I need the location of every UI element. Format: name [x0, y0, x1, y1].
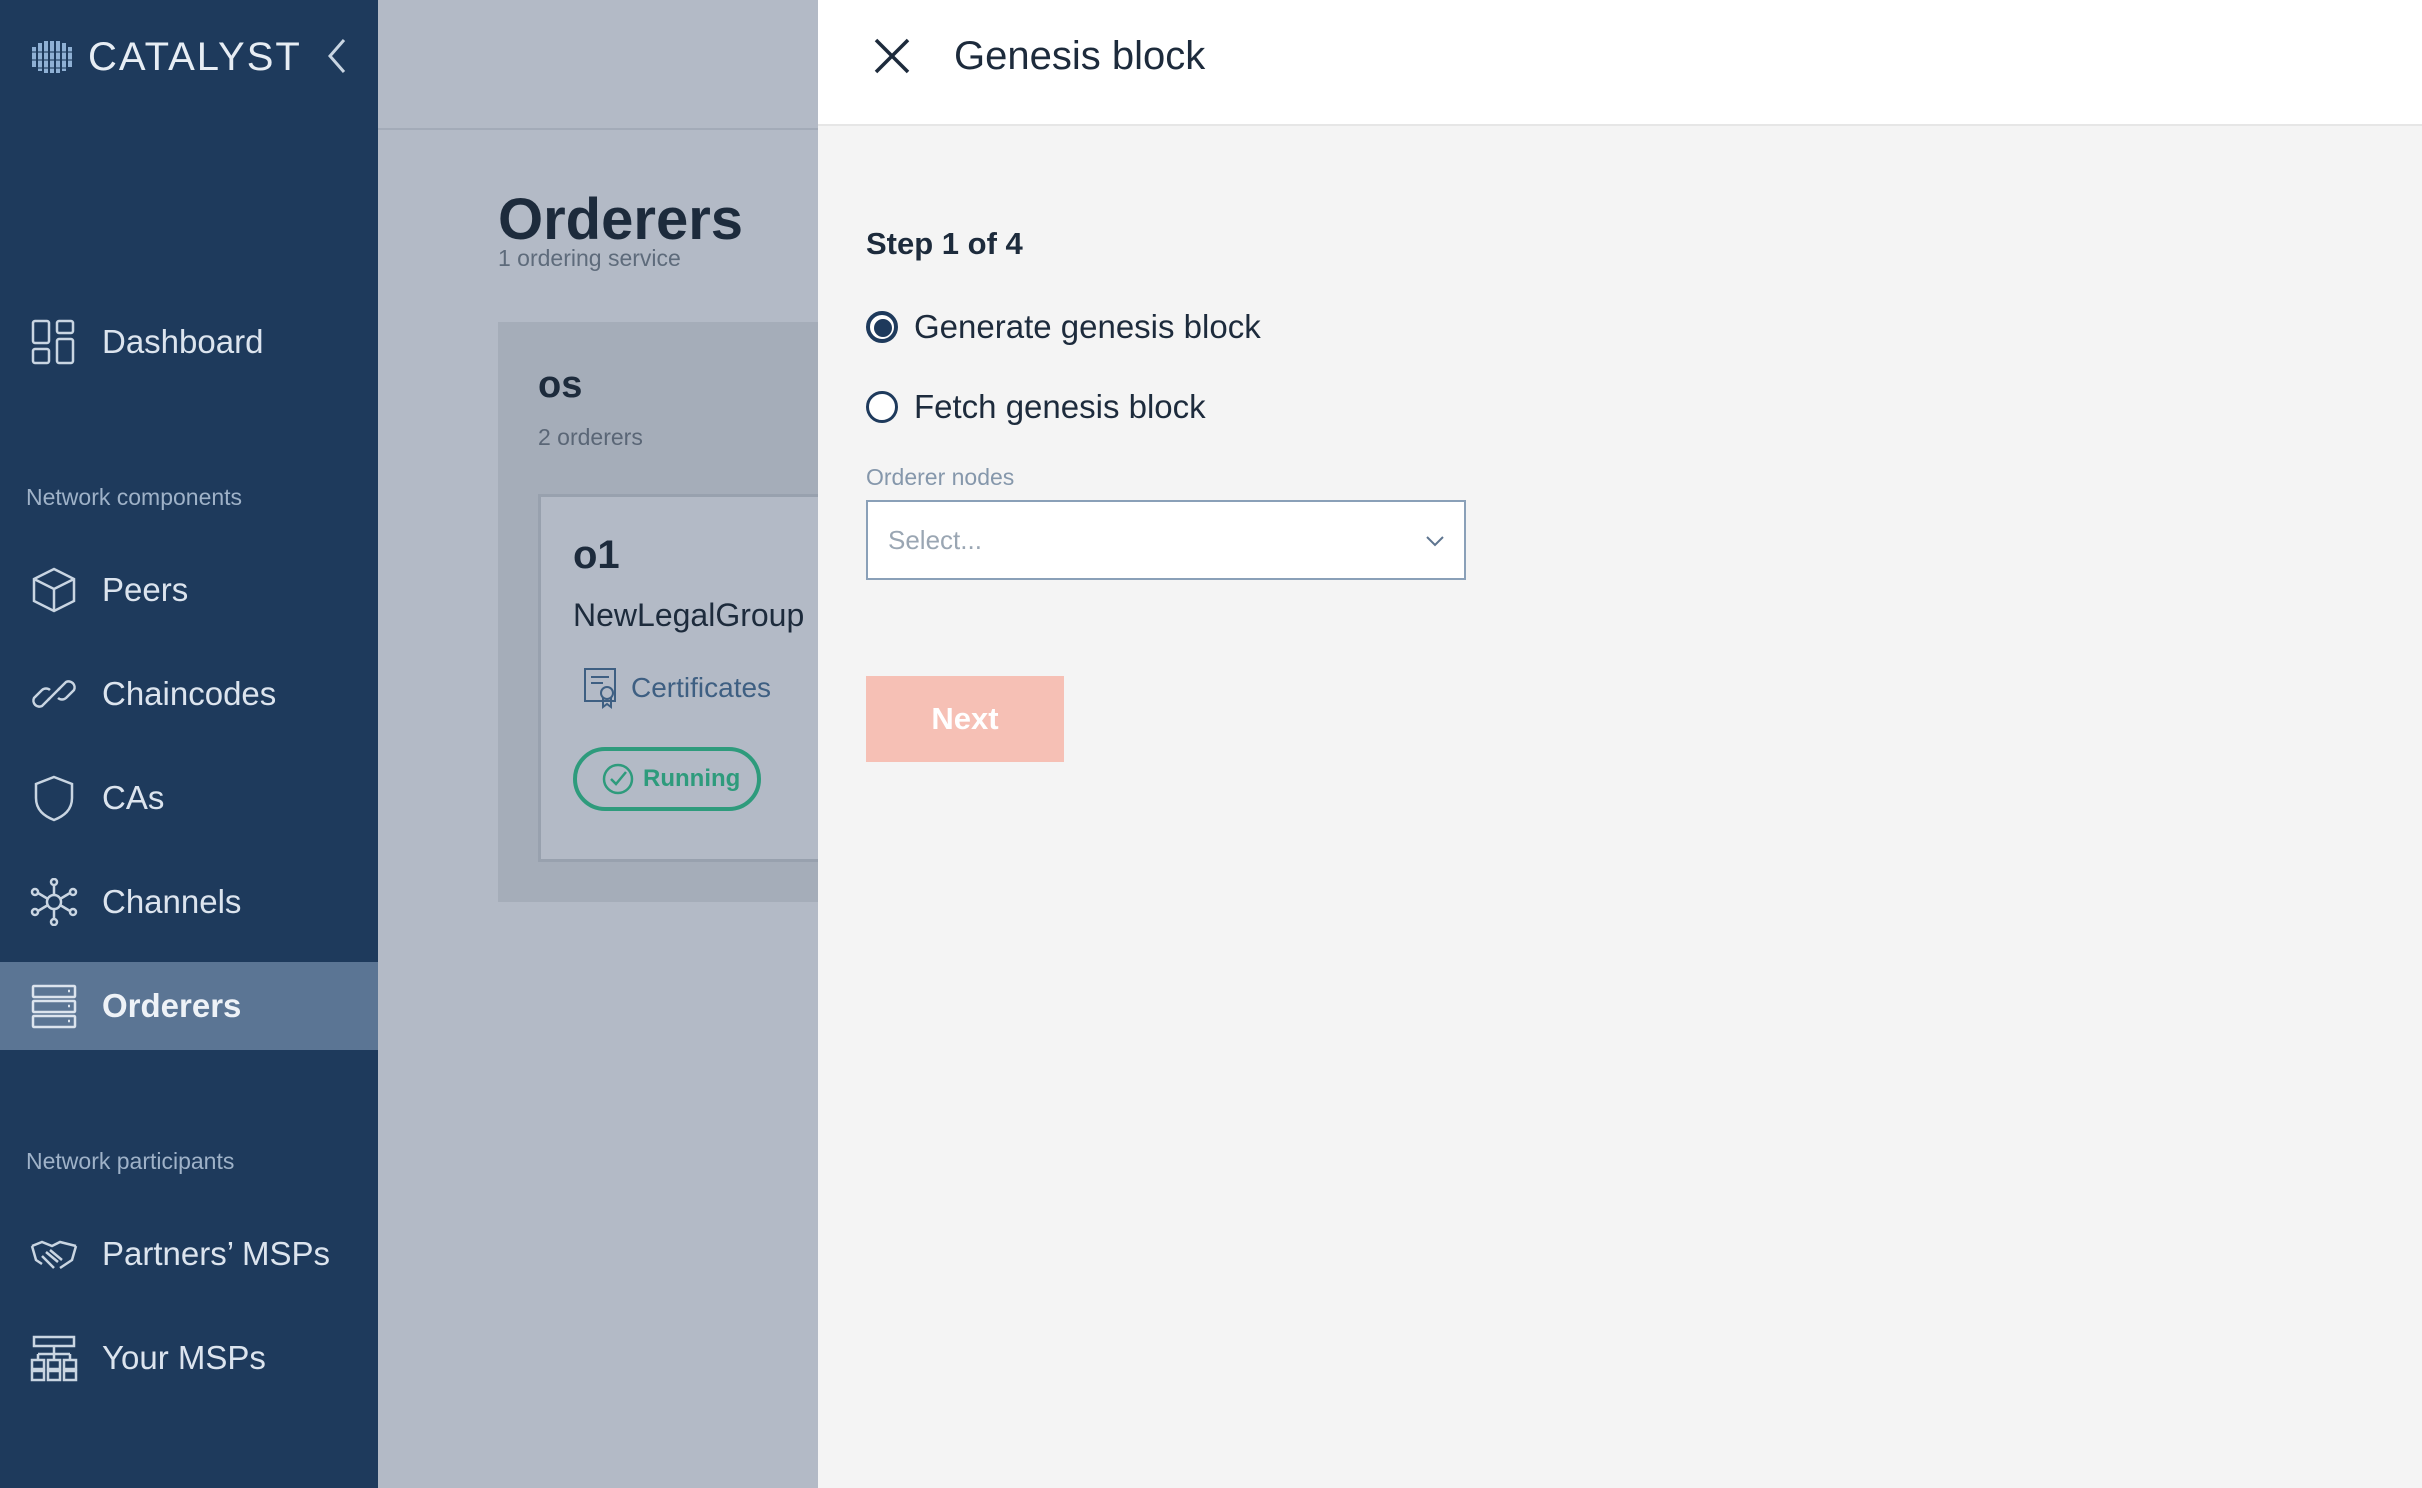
- chevron-down-icon: [1426, 536, 1444, 547]
- ordering-service-card: os 2 orderers o1 NewLegalGroup Certifica…: [498, 322, 838, 902]
- certificates-label: Certificates: [631, 672, 772, 703]
- sidebar-item-label: Orderers: [102, 987, 242, 1024]
- option-label: Generate genesis block: [914, 308, 1261, 345]
- sidebar-item-peers[interactable]: Peers: [0, 546, 378, 634]
- step-indicator: Step 1 of 4: [866, 226, 1023, 261]
- genesis-block-drawer: Genesis block Step 1 of 4 Generate genes…: [818, 0, 2422, 1488]
- section-network-components: Network components: [26, 484, 243, 510]
- certificate-icon: [584, 668, 616, 709]
- radio-button[interactable]: [866, 391, 898, 423]
- close-icon[interactable]: [870, 34, 914, 78]
- sidebar-item-label: Partners’ MSPs: [102, 1235, 331, 1272]
- radio-button-checked[interactable]: [866, 311, 898, 343]
- check-circle-icon: [602, 763, 634, 795]
- sidebar-item-channels[interactable]: Channels: [0, 858, 378, 946]
- ordering-service-count: 2 orderers: [538, 424, 643, 450]
- brand-logo[interactable]: CATALYST: [30, 30, 302, 84]
- drawer-header: Genesis block: [818, 0, 2422, 126]
- next-button[interactable]: Next: [866, 676, 1064, 762]
- select-placeholder: Select...: [888, 524, 982, 555]
- page-subtitle: 1 ordering service: [498, 245, 681, 271]
- orderer-node-name: o1: [573, 533, 620, 577]
- orderer-node-card[interactable]: o1 NewLegalGroup Certificates Running: [538, 494, 838, 862]
- network-hub-icon: [30, 878, 78, 926]
- sidebar-item-label: Peers: [102, 571, 189, 608]
- sidebar-item-label: CAs: [102, 779, 165, 816]
- sidebar: CATALYST Dashboard Network components Pe…: [0, 0, 378, 1488]
- sidebar-item-label: Dashboard: [102, 323, 264, 360]
- orderer-node-org: NewLegalGroup: [573, 597, 805, 633]
- dashboard-icon: [30, 318, 78, 366]
- drawer-title: Genesis block: [954, 34, 1206, 78]
- sidebar-item-your-msps[interactable]: Your MSPs: [0, 1314, 378, 1402]
- ordering-service-name: os: [538, 364, 583, 406]
- org-chart-icon: [30, 1334, 78, 1382]
- link-icon: [30, 670, 78, 718]
- section-network-participants: Network participants: [26, 1148, 235, 1174]
- option-fetch-genesis-block[interactable]: Fetch genesis block: [866, 388, 1206, 426]
- status-badge: Running: [573, 747, 761, 811]
- sidebar-item-partners-msps[interactable]: Partners’ MSPs: [0, 1210, 378, 1298]
- orderer-nodes-label: Orderer nodes: [866, 464, 1015, 490]
- page-topbar: [378, 0, 818, 130]
- sidebar-item-cas[interactable]: CAs: [0, 754, 378, 842]
- option-label: Fetch genesis block: [914, 388, 1206, 425]
- sidebar-item-dashboard[interactable]: Dashboard: [0, 298, 378, 386]
- shield-icon: [30, 774, 78, 822]
- orderer-nodes-select[interactable]: Select...: [866, 500, 1466, 580]
- collapse-sidebar-icon[interactable]: [322, 36, 352, 76]
- cube-icon: [30, 566, 78, 614]
- handshake-icon: [30, 1230, 78, 1278]
- brand-name: CATALYST: [88, 34, 302, 79]
- status-label: Running: [643, 765, 741, 792]
- sidebar-item-label: Your MSPs: [102, 1339, 266, 1376]
- server-stack-icon: [30, 982, 78, 1030]
- sidebar-item-label: Chaincodes: [102, 675, 277, 712]
- option-generate-genesis-block[interactable]: Generate genesis block: [866, 308, 1261, 346]
- page-title: Orderers: [498, 187, 744, 252]
- sidebar-item-chaincodes[interactable]: Chaincodes: [0, 650, 378, 738]
- sidebar-item-orderers[interactable]: Orderers: [0, 962, 378, 1050]
- sidebar-item-label: Channels: [102, 883, 242, 920]
- certificates-link[interactable]: Certificates: [583, 667, 771, 709]
- catalyst-logo-icon: [30, 41, 74, 73]
